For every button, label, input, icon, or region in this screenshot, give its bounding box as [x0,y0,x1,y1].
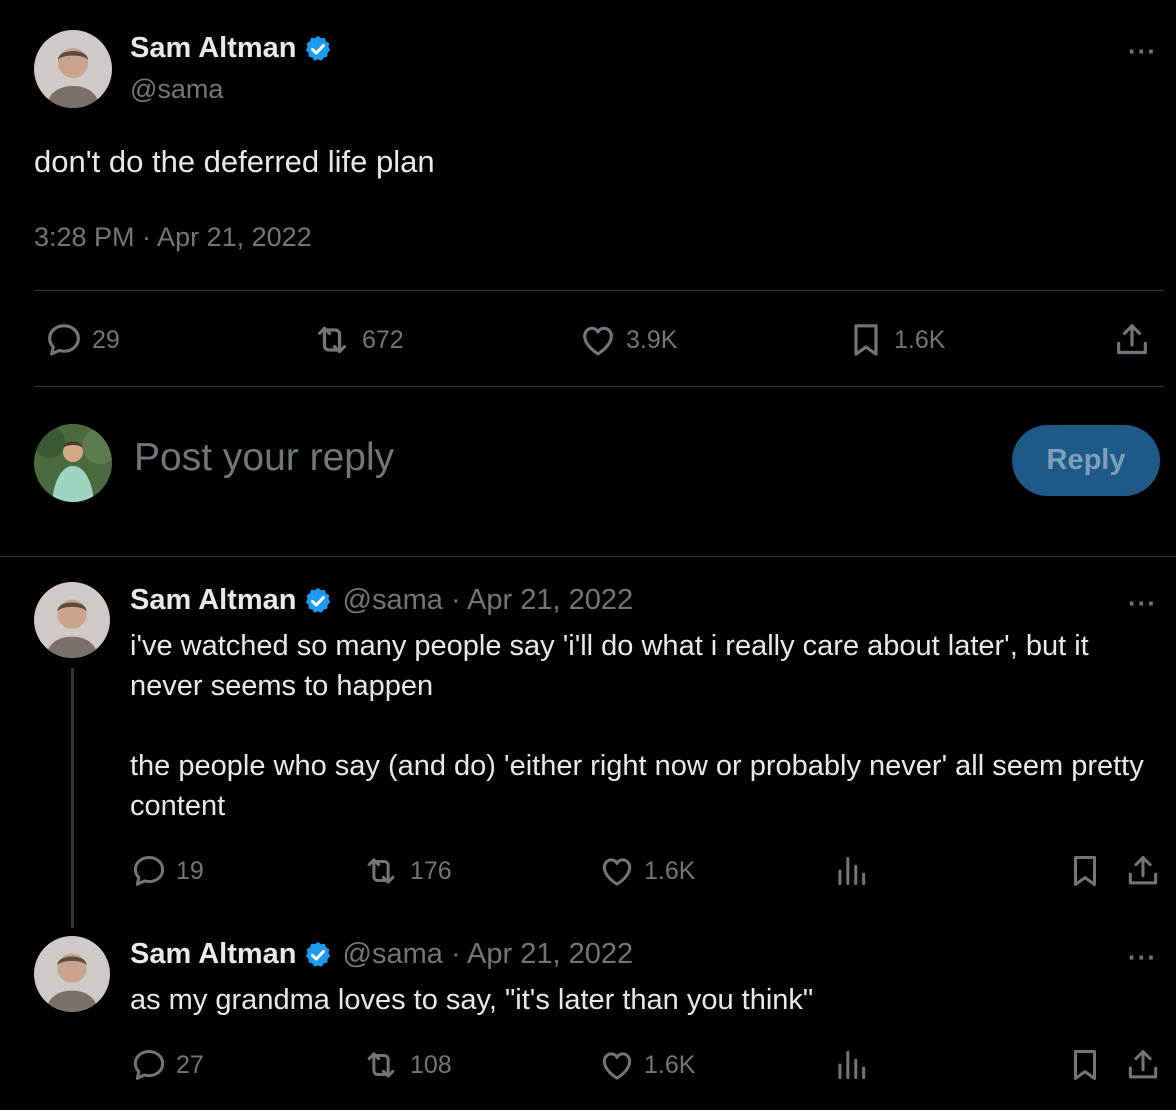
author-avatar[interactable] [34,582,110,658]
share-icon [1124,1046,1162,1084]
divider [34,386,1164,387]
reply-count: 19 [176,856,204,885]
reply-count: 29 [92,325,120,354]
views-icon [832,1046,870,1084]
like-button[interactable]: 1.6K [598,852,695,890]
like-count: 1.6K [644,1050,696,1079]
divider [34,290,1164,291]
share-button[interactable] [1124,1046,1162,1084]
share-button[interactable] [1124,852,1162,890]
tweet-text: the people who say (and do) 'either righ… [130,750,1144,822]
like-count: 1.6K [644,856,696,885]
reply-count: 27 [176,1050,204,1079]
views-button[interactable] [832,1046,870,1084]
repost-button[interactable]: 108 [360,1046,452,1084]
reply-button[interactable]: 19 [130,852,204,890]
repost-count: 176 [410,856,452,885]
like-icon [578,320,618,360]
tweet-text: don't do the deferred life plan [34,144,435,179]
tweet-text: as my grandma loves to say, "it's later … [130,984,814,1016]
repost-count: 672 [362,325,404,354]
author-handle[interactable]: @sama [130,74,223,105]
like-button[interactable]: 1.6K [598,1046,695,1084]
like-count: 3.9K [626,325,678,354]
bookmark-button[interactable] [1066,1046,1104,1084]
share-button[interactable] [1112,320,1152,360]
more-icon[interactable]: ··· [1128,942,1157,973]
repost-icon [310,320,354,360]
reply-submit-button[interactable]: Reply [1012,425,1160,496]
reply-input[interactable]: Post your reply [134,436,394,480]
bookmark-icon [846,320,886,360]
repost-icon [360,852,402,890]
author-name[interactable]: Sam Altman [130,32,297,65]
reply-button[interactable]: 27 [130,1046,204,1084]
views-icon [832,852,870,890]
author-avatar[interactable] [34,936,110,1012]
bookmark-button[interactable] [1066,852,1104,890]
tweet-text: i've watched so many people say 'i'll do… [130,630,1089,702]
repost-button[interactable]: 176 [360,852,452,890]
author-avatar[interactable] [34,30,112,108]
verified-badge-icon [303,586,333,616]
author-name[interactable]: Sam Altman [130,584,297,617]
like-button[interactable]: 3.9K [578,320,677,360]
views-button[interactable] [832,852,870,890]
more-icon[interactable]: ··· [1128,588,1157,619]
reply-icon [44,320,84,360]
author-name[interactable]: Sam Altman [130,938,297,971]
divider [0,556,1176,557]
bookmark-button[interactable]: 1.6K [846,320,945,360]
tweet-timestamp[interactable]: 3:28 PM · Apr 21, 2022 [34,222,312,253]
repost-count: 108 [410,1050,452,1079]
bookmark-icon [1066,852,1104,890]
like-icon [598,852,636,890]
reply-icon [130,1046,168,1084]
like-icon [598,1046,636,1084]
handle-date[interactable]: @sama · Apr 21, 2022 [343,584,634,617]
share-icon [1112,320,1152,360]
handle-date[interactable]: @sama · Apr 21, 2022 [343,938,634,971]
bookmark-icon [1066,1046,1104,1084]
repost-icon [360,1046,402,1084]
reply-icon [130,852,168,890]
verified-badge-icon [303,34,333,64]
thread-connector [71,668,74,928]
bookmark-count: 1.6K [894,325,946,354]
more-icon[interactable]: ··· [1128,36,1157,67]
repost-button[interactable]: 672 [310,320,404,360]
reply-button[interactable]: 29 [44,320,120,360]
current-user-avatar[interactable] [34,424,112,502]
share-icon [1124,852,1162,890]
verified-badge-icon [303,940,333,970]
